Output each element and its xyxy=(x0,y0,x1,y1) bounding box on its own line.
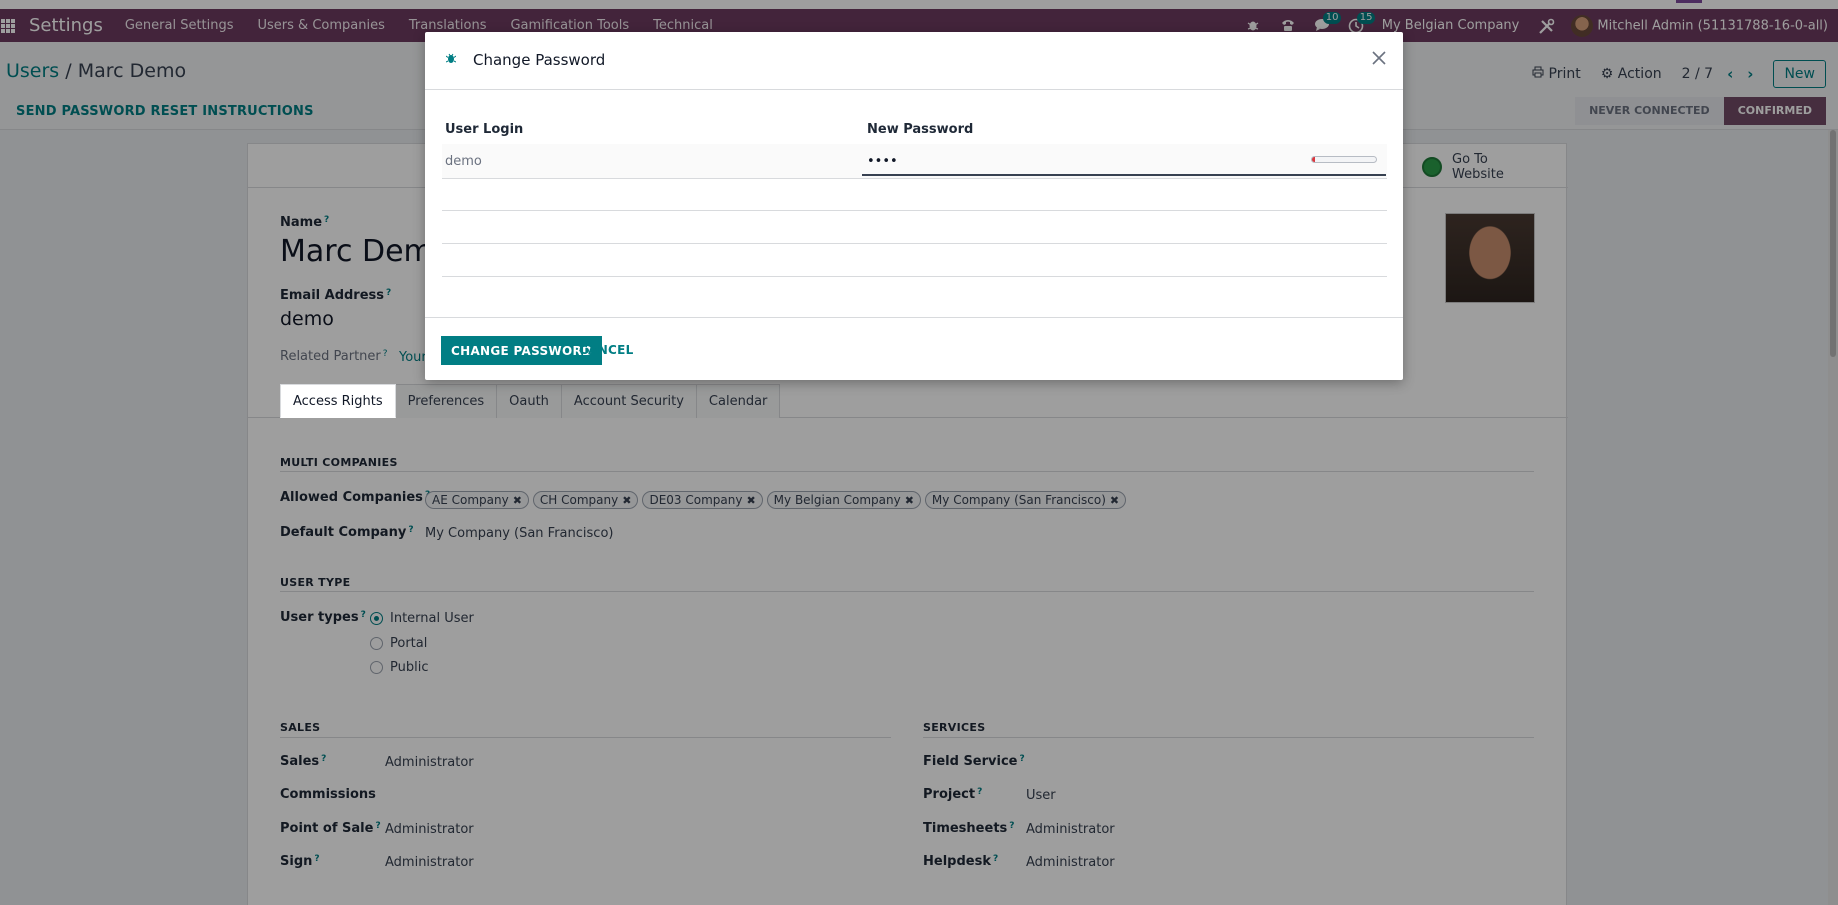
dialog-title: Change Password xyxy=(473,51,606,69)
column-user-login[interactable]: User Login xyxy=(445,122,523,137)
new-password-field[interactable] xyxy=(862,146,1386,176)
table-row xyxy=(442,210,1387,211)
password-strength-meter xyxy=(1311,156,1377,163)
table-row xyxy=(442,178,1387,179)
close-icon[interactable] xyxy=(1371,50,1387,66)
dialog-footer: CHANGE PASSWORD CANCEL xyxy=(425,317,1403,380)
dialog-header: Change Password xyxy=(425,32,1403,90)
new-password-input[interactable] xyxy=(867,152,1267,170)
change-password-dialog: Change Password User Login New Password … xyxy=(425,32,1403,380)
column-new-password[interactable]: New Password xyxy=(867,122,973,137)
cancel-button[interactable]: CANCEL xyxy=(579,336,634,365)
table-row xyxy=(442,276,1387,277)
password-strength-fill xyxy=(1312,157,1316,162)
user-login-cell: demo xyxy=(445,154,482,169)
tab-access-rights[interactable]: Access Rights xyxy=(280,384,396,418)
table-row xyxy=(442,243,1387,244)
debug-bug-icon xyxy=(446,53,456,63)
